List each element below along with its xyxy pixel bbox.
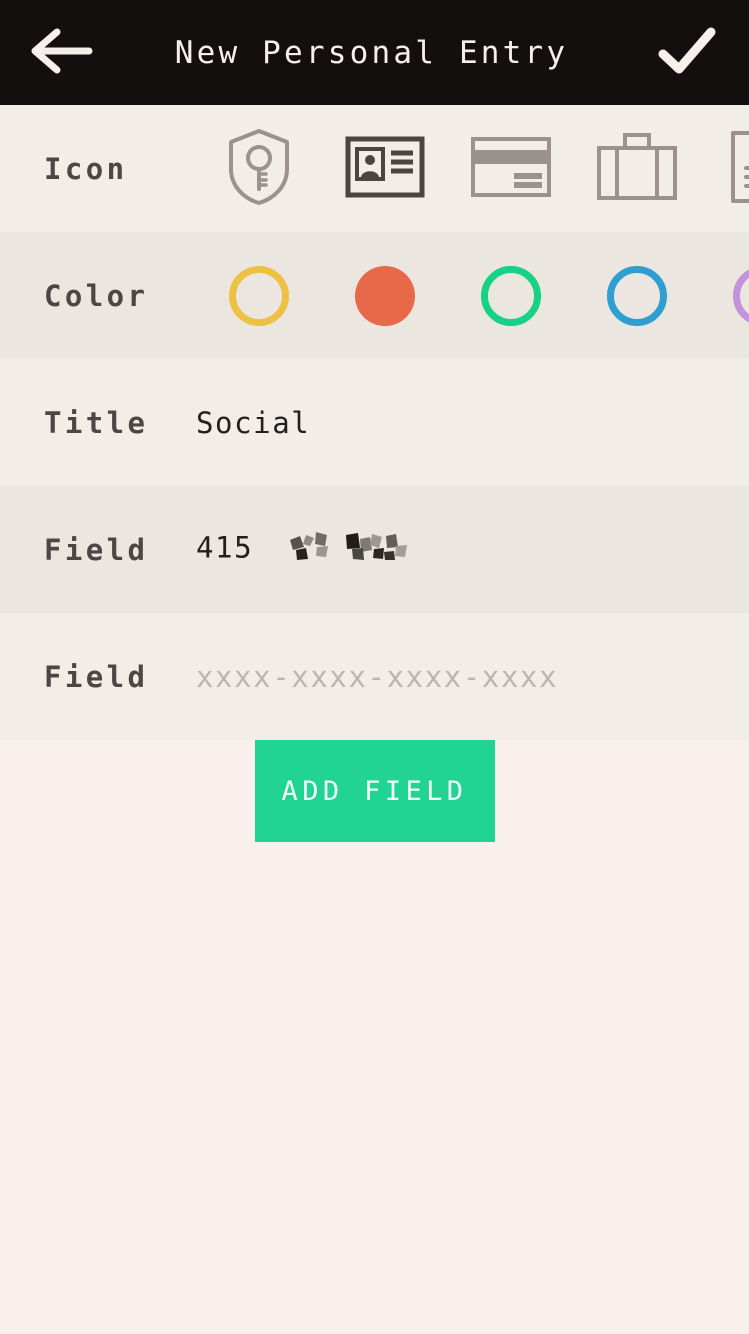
color-swatch-red: [355, 265, 415, 326]
entry-editor-screen: New Personal Entry Icon Color Title Soci…: [0, 0, 749, 1334]
document-icon: [730, 130, 749, 208]
icon-option-document[interactable]: [700, 105, 749, 232]
briefcase-icon: [596, 131, 678, 207]
redacted-value-mask: [284, 526, 414, 573]
icon-row-label: Icon: [44, 151, 128, 186]
title-row[interactable]: Title Social: [0, 359, 749, 486]
empty-content-area: [0, 842, 749, 1334]
id-card-icon: [345, 136, 425, 202]
title-input[interactable]: Social: [196, 406, 310, 440]
add-field-button[interactable]: ADD FIELD: [254, 740, 495, 842]
credit-card-icon: [470, 136, 552, 202]
field-input-2[interactable]: xxxx-xxxx-xxxx-xxxx: [196, 660, 558, 694]
icon-option-strip[interactable]: [196, 105, 749, 232]
add-field-area: ADD FIELD: [0, 740, 749, 842]
color-swatch-purple: [733, 265, 749, 326]
color-row-label: Color: [44, 278, 149, 313]
shield-key-icon: [226, 127, 292, 211]
icon-option-id-card[interactable]: [322, 105, 448, 232]
color-option-red[interactable]: [322, 232, 448, 359]
icon-option-credit-card[interactable]: [448, 105, 574, 232]
field-row-2[interactable]: Field xxxx-xxxx-xxxx-xxxx: [0, 613, 749, 740]
back-button[interactable]: [26, 17, 98, 89]
field-row-1[interactable]: Field 415: [0, 486, 749, 613]
icon-option-briefcase[interactable]: [574, 105, 700, 232]
color-option-strip[interactable]: [196, 232, 749, 359]
page-title: New Personal Entry: [174, 34, 569, 71]
arrow-left-icon: [31, 28, 93, 78]
color-option-purple[interactable]: [700, 232, 749, 359]
color-swatch-green: [481, 265, 541, 326]
field-row-1-label: Field: [44, 532, 149, 567]
icon-option-shield-key[interactable]: [196, 105, 322, 232]
color-option-yellow[interactable]: [196, 232, 322, 359]
icon-row: Icon: [0, 105, 749, 232]
color-swatch-blue: [607, 265, 667, 326]
color-option-green[interactable]: [448, 232, 574, 359]
color-swatch-yellow: [229, 265, 289, 326]
color-row: Color: [0, 232, 749, 359]
field-input-1[interactable]: 415: [196, 526, 414, 573]
check-icon: [658, 27, 716, 79]
confirm-button[interactable]: [651, 17, 723, 89]
app-bar: New Personal Entry: [0, 0, 749, 105]
color-option-blue[interactable]: [574, 232, 700, 359]
field-row-2-label: Field: [44, 659, 149, 694]
field-value-visible: 415: [196, 530, 254, 565]
title-row-label: Title: [44, 405, 149, 440]
